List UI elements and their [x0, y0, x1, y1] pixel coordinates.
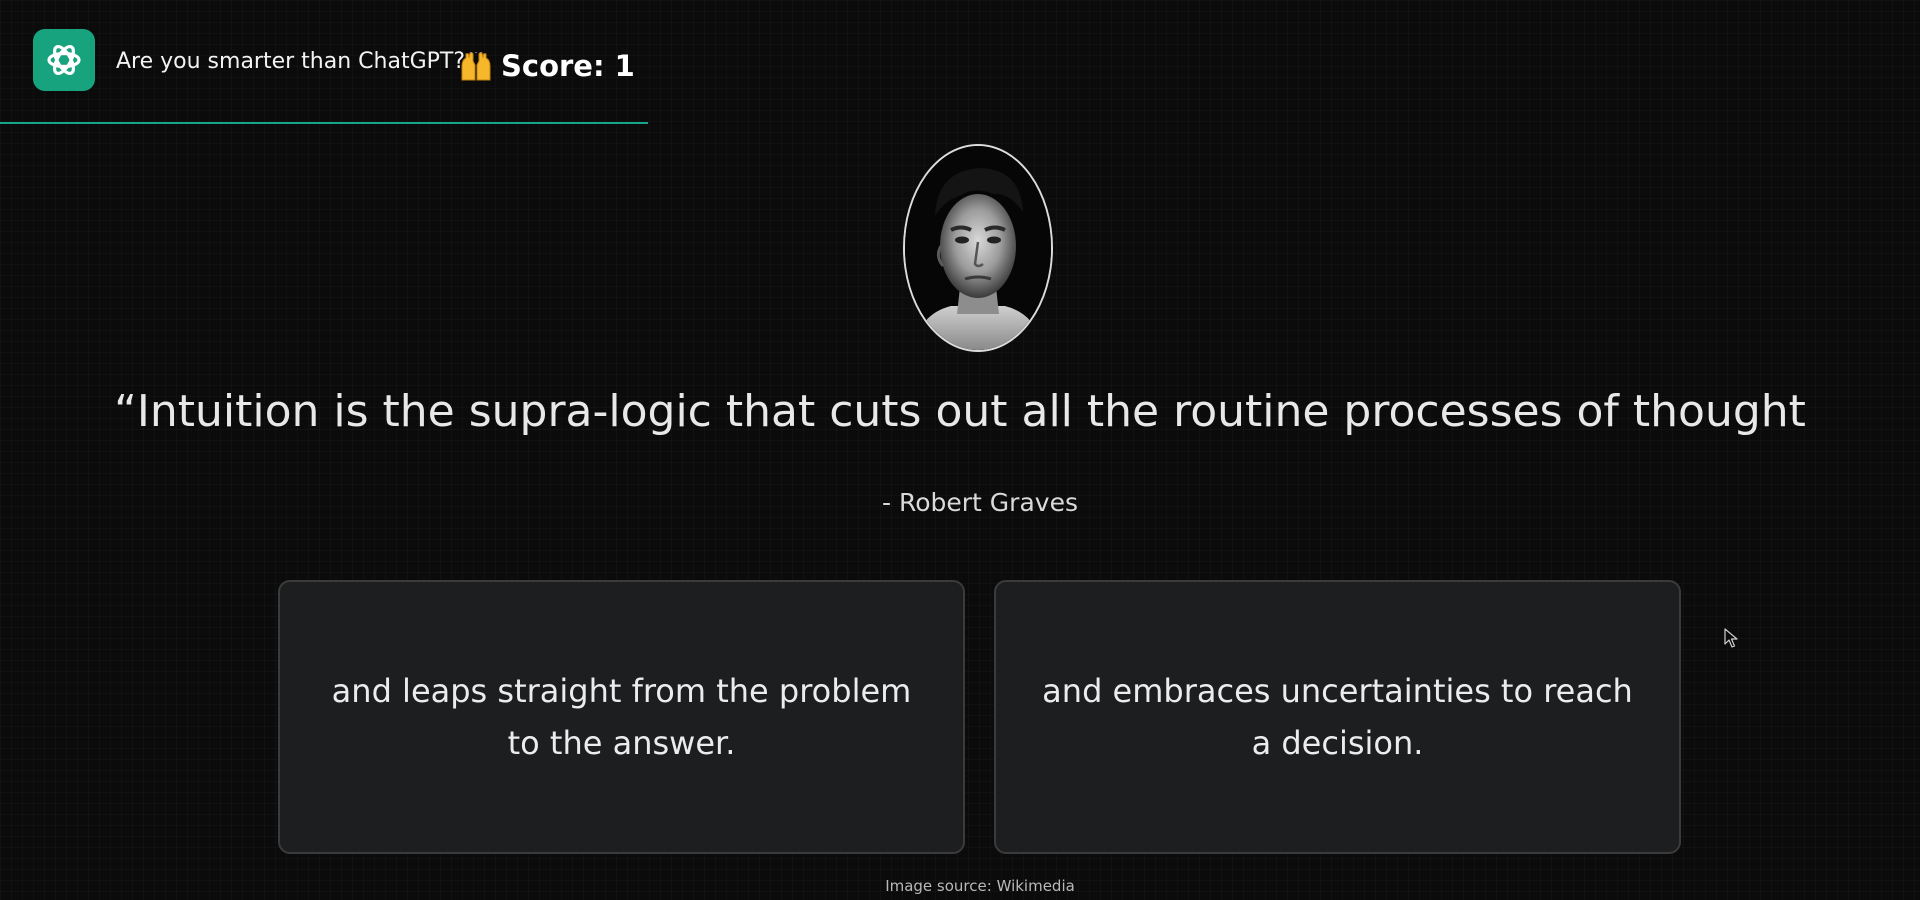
answer-option-1-text: and leaps straight from the problem to t…	[331, 672, 912, 762]
image-source-credit: Image source: Wikimedia	[885, 877, 1075, 895]
app-logo[interactable]	[33, 29, 95, 91]
author-portrait	[903, 144, 1053, 352]
quote-text: “Intuition is the supra-logic that cuts …	[114, 386, 1806, 437]
score-label: Score: 1	[501, 49, 635, 83]
answer-option-1[interactable]: and leaps straight from the problem to t…	[278, 580, 965, 854]
answer-option-2-text: and embraces uncertainties to reach a de…	[1042, 672, 1633, 762]
answer-option-2[interactable]: and embraces uncertainties to reach a de…	[994, 580, 1681, 854]
top-bar: Are you smarter than ChatGPT? Score: 1	[0, 0, 648, 124]
chatgpt-logo-icon	[47, 45, 81, 75]
raising-hands-icon	[461, 52, 491, 81]
mouse-cursor-icon	[1724, 628, 1738, 648]
app-title: Are you smarter than ChatGPT?	[116, 49, 466, 74]
portrait-image	[905, 146, 1051, 350]
quote-author: - Robert Graves	[882, 488, 1078, 517]
